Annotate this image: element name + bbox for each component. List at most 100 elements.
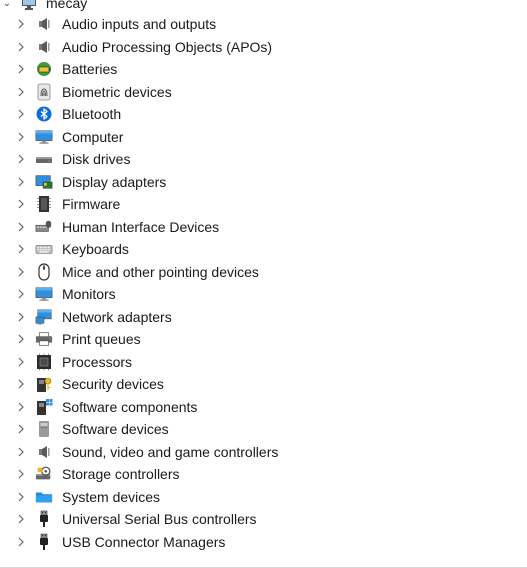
tree-root[interactable]: ⌄ mecay — [0, 0, 87, 14]
tree-item-human-interface-devices[interactable]: Human Interface Devices — [0, 216, 527, 239]
software-component-icon — [35, 398, 53, 416]
tree-item-network-adapters[interactable]: Network adapters — [0, 306, 527, 329]
tree-item-label: Universal Serial Bus controllers — [62, 511, 257, 528]
speaker-icon — [35, 443, 53, 461]
tree-item-print-queues[interactable]: Print queues — [0, 328, 527, 351]
tree-item-label: Keyboards — [62, 241, 129, 258]
device-category-list: Audio inputs and outputs Audio Processing… — [0, 13, 527, 553]
tree-item-label: Network adapters — [62, 308, 172, 325]
firmware-icon — [35, 195, 53, 213]
printer-icon — [35, 330, 53, 348]
tree-item-label: Batteries — [62, 61, 118, 78]
chevron-right-icon[interactable] — [17, 42, 27, 52]
tree-item-label: Biometric devices — [62, 83, 172, 100]
mouse-icon — [35, 263, 53, 281]
chevron-right-icon[interactable] — [17, 64, 27, 74]
chevron-right-icon[interactable] — [17, 87, 27, 97]
chevron-right-icon[interactable] — [17, 19, 27, 29]
tree-item-mice[interactable]: Mice and other pointing devices — [0, 261, 527, 284]
chevron-right-icon[interactable] — [17, 492, 27, 502]
chevron-right-icon[interactable] — [17, 222, 27, 232]
chevron-right-icon[interactable] — [17, 447, 27, 457]
chevron-right-icon[interactable] — [17, 244, 27, 254]
fingerprint-icon — [35, 83, 53, 101]
tree-item-audio-inputs-outputs[interactable]: Audio inputs and outputs — [0, 13, 527, 36]
tree-item-label: Software devices — [62, 421, 169, 438]
tree-item-label: Print queues — [62, 331, 141, 348]
tree-item-label: Computer — [62, 128, 124, 145]
tree-item-label: Mice and other pointing devices — [62, 263, 259, 280]
security-icon — [35, 375, 53, 393]
battery-icon — [35, 60, 53, 78]
chevron-right-icon[interactable] — [17, 537, 27, 547]
usb-icon — [35, 533, 53, 551]
tree-item-batteries[interactable]: Batteries — [0, 58, 527, 81]
storage-controller-icon — [35, 465, 53, 483]
tree-item-usb-connector-managers[interactable]: USB Connector Managers — [0, 531, 527, 554]
keyboard-icon — [35, 240, 53, 258]
chevron-right-icon[interactable] — [17, 357, 27, 367]
chevron-right-icon[interactable] — [17, 267, 27, 277]
tree-item-bluetooth[interactable]: Bluetooth — [0, 103, 527, 126]
tree-item-computer[interactable]: Computer — [0, 126, 527, 149]
tree-item-sound-video-game[interactable]: Sound, video and game controllers — [0, 441, 527, 464]
tree-item-storage-controllers[interactable]: Storage controllers — [0, 463, 527, 486]
root-label: mecay — [46, 0, 88, 11]
chevron-right-icon[interactable] — [17, 177, 27, 187]
tree-item-label: Disk drives — [62, 151, 131, 168]
tree-item-label: USB Connector Managers — [62, 533, 226, 550]
chevron-down-icon[interactable]: ⌄ — [0, 0, 14, 9]
tree-item-label: Processors — [62, 353, 133, 370]
tree-item-label: Audio inputs and outputs — [62, 16, 217, 33]
usb-icon — [35, 510, 53, 528]
chevron-right-icon[interactable] — [17, 379, 27, 389]
monitor-icon — [35, 128, 53, 146]
chevron-right-icon[interactable] — [17, 334, 27, 344]
computer-root-icon — [20, 0, 38, 11]
folder-icon — [35, 488, 53, 506]
chevron-right-icon[interactable] — [17, 514, 27, 524]
tree-item-software-devices[interactable]: Software devices — [0, 418, 527, 441]
display-adapter-icon — [35, 173, 53, 191]
tree-item-label: Firmware — [62, 196, 121, 213]
tree-item-label: System devices — [62, 488, 161, 505]
tree-item-label: Monitors — [62, 286, 116, 303]
tree-item-monitors[interactable]: Monitors — [0, 283, 527, 306]
software-device-icon — [35, 420, 53, 438]
tree-item-usb-controllers[interactable]: Universal Serial Bus controllers — [0, 508, 527, 531]
hid-icon — [35, 218, 53, 236]
tree-item-display-adapters[interactable]: Display adapters — [0, 171, 527, 194]
tree-item-processors[interactable]: Processors — [0, 351, 527, 374]
chevron-right-icon[interactable] — [17, 312, 27, 322]
tree-item-firmware[interactable]: Firmware — [0, 193, 527, 216]
speaker-icon — [35, 15, 53, 33]
chevron-right-icon[interactable] — [17, 109, 27, 119]
tree-item-label: Storage controllers — [62, 466, 180, 483]
chevron-right-icon[interactable] — [17, 132, 27, 142]
tree-item-label: Display adapters — [62, 173, 167, 190]
tree-item-label: Human Interface Devices — [62, 218, 220, 235]
tree-item-label: Security devices — [62, 376, 164, 393]
tree-item-label: Software components — [62, 398, 198, 415]
network-icon — [35, 308, 53, 326]
tree-item-biometric-devices[interactable]: Biometric devices — [0, 81, 527, 104]
tree-item-system-devices[interactable]: System devices — [0, 486, 527, 509]
tree-item-security-devices[interactable]: Security devices — [0, 373, 527, 396]
tree-item-label: Sound, video and game controllers — [62, 443, 279, 460]
device-tree: ⌄ mecay Audio inputs and outputs Audio Pr… — [0, 0, 527, 568]
chevron-right-icon[interactable] — [17, 199, 27, 209]
tree-item-disk-drives[interactable]: Disk drives — [0, 148, 527, 171]
chevron-right-icon[interactable] — [17, 469, 27, 479]
bluetooth-icon — [35, 105, 53, 123]
chevron-right-icon[interactable] — [17, 289, 27, 299]
chevron-right-icon[interactable] — [17, 154, 27, 164]
chevron-right-icon[interactable] — [17, 402, 27, 412]
tree-item-label: Bluetooth — [62, 106, 122, 123]
processor-icon — [35, 353, 53, 371]
speaker-icon — [35, 38, 53, 56]
tree-item-audio-processing-objects[interactable]: Audio Processing Objects (APOs) — [0, 36, 527, 59]
monitor-icon — [35, 285, 53, 303]
tree-item-software-components[interactable]: Software components — [0, 396, 527, 419]
tree-item-keyboards[interactable]: Keyboards — [0, 238, 527, 261]
chevron-right-icon[interactable] — [17, 424, 27, 434]
